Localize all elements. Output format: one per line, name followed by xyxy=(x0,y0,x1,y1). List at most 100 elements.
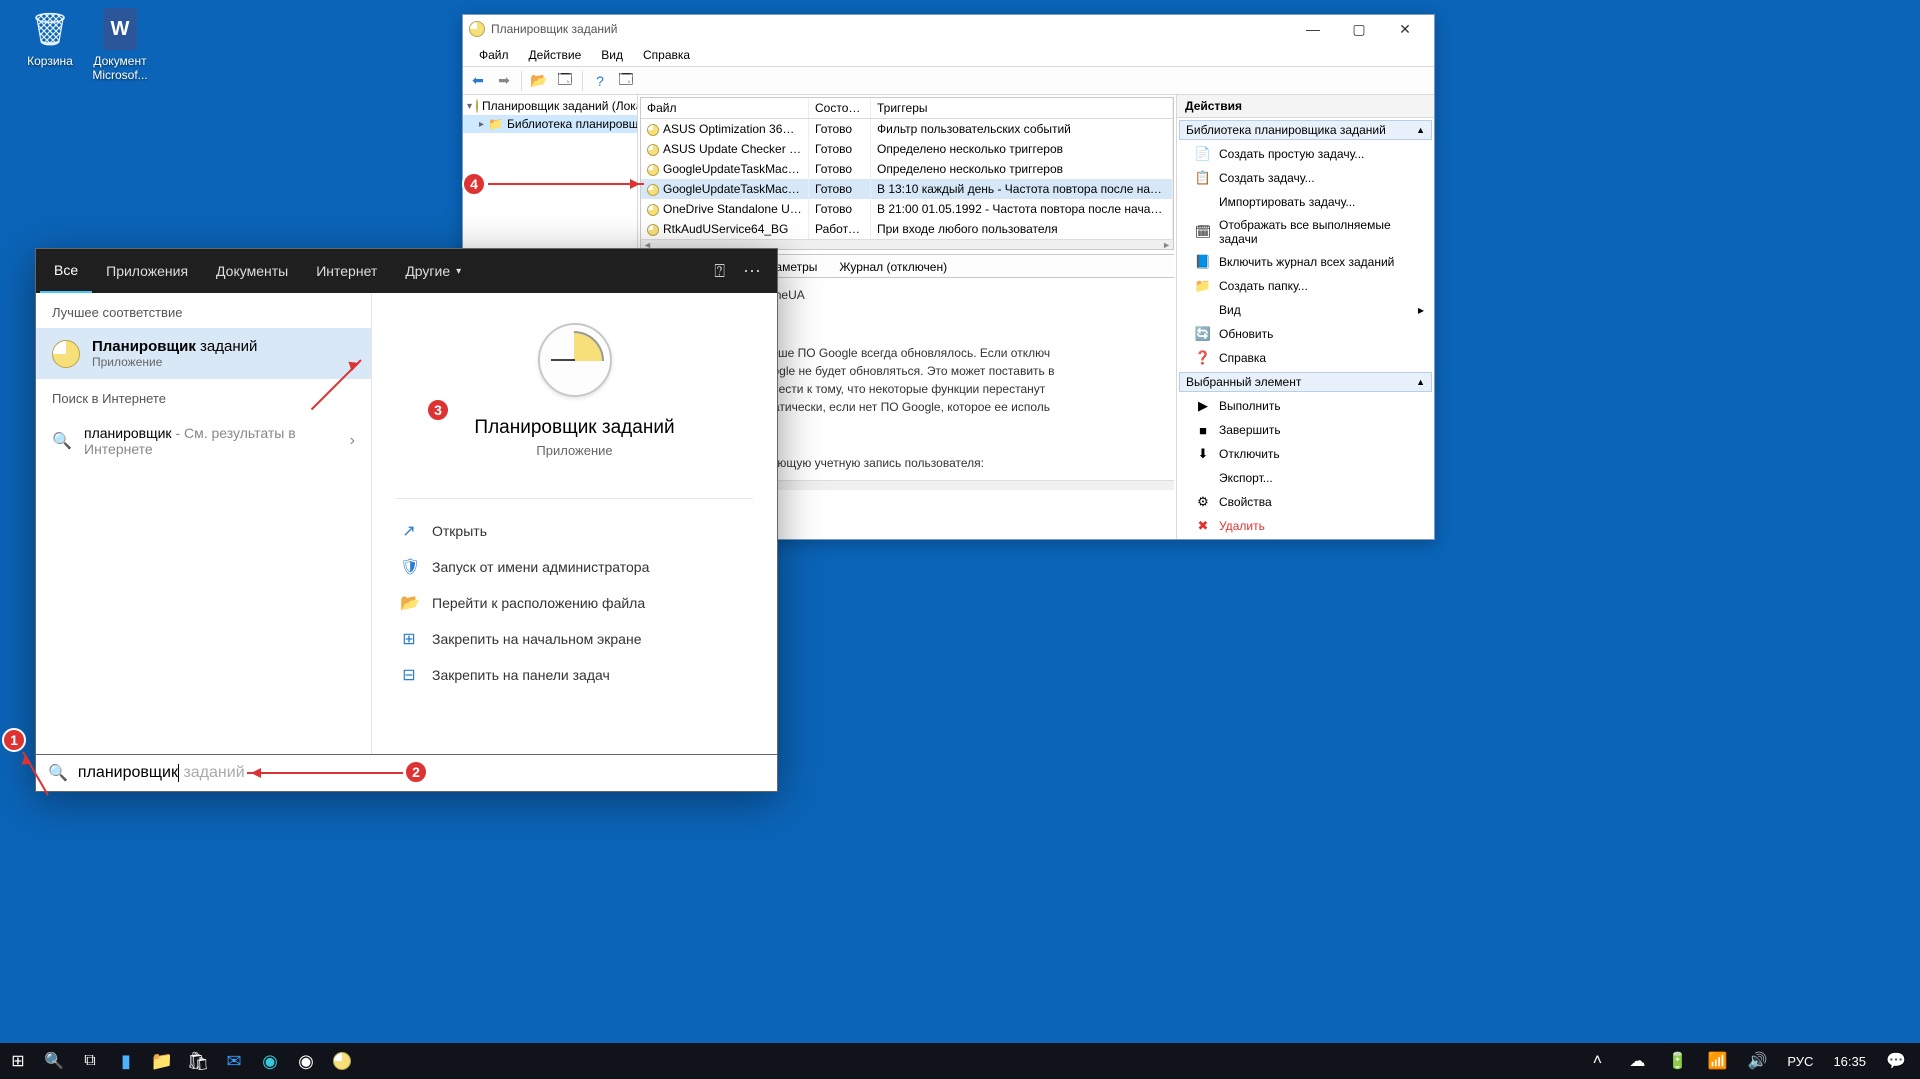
action-item[interactable]: Экспорт... xyxy=(1177,466,1434,490)
action-item[interactable]: ✖Удалить xyxy=(1177,514,1434,538)
col-state[interactable]: Состояние xyxy=(809,98,871,118)
action-item[interactable]: 📄Создать простую задачу... xyxy=(1177,142,1434,166)
action-item[interactable]: 📋Создать задачу... xyxy=(1177,166,1434,190)
task-row[interactable]: GoogleUpdateTaskMachine...ГотовоВ 13:10 … xyxy=(641,179,1173,199)
help-icon[interactable]: ? xyxy=(589,70,611,92)
col-file[interactable]: Файл xyxy=(641,98,809,118)
search-tab-docs[interactable]: Документы xyxy=(202,249,302,293)
task-row[interactable]: GoogleUpdateTaskMachine...ГотовоОпределе… xyxy=(641,159,1173,179)
action-open[interactable]: ↗Открыть xyxy=(396,513,753,549)
tray-expand-icon[interactable]: ˄ xyxy=(1579,1043,1615,1079)
preview-title: Планировщик заданий xyxy=(474,417,674,439)
desktop-icon-label: Корзина xyxy=(14,54,86,68)
task-row[interactable]: RtkAudUService64_BGРаботаетПри входе люб… xyxy=(641,219,1173,239)
task-list-header: Файл Состояние Триггеры xyxy=(641,98,1173,119)
taskbar-app-files[interactable]: 📁 xyxy=(144,1043,180,1079)
result-title: Планировщик заданий xyxy=(92,338,257,355)
feedback-icon[interactable]: ⍰ xyxy=(714,261,725,282)
minimize-button[interactable]: — xyxy=(1290,15,1336,43)
volume-icon[interactable]: 🔊 xyxy=(1739,1043,1775,1079)
word-icon: W xyxy=(103,8,137,50)
task-row[interactable]: ASUS Update Checker 2.0ГотовоОпределено … xyxy=(641,139,1173,159)
menu-view[interactable]: Вид xyxy=(591,46,633,64)
folder-icon: 📁 xyxy=(488,117,503,131)
search-icon: 🔍 xyxy=(48,763,68,783)
show-hide-tree-icon[interactable]: 📂 xyxy=(528,70,550,92)
app-icon xyxy=(469,21,485,37)
search-tab-web[interactable]: Интернет xyxy=(302,249,391,293)
search-tab-more[interactable]: Другие xyxy=(391,249,475,293)
taskbar-app-scheduler[interactable] xyxy=(324,1043,360,1079)
taskbar-app-explorer[interactable]: ▮ xyxy=(108,1043,144,1079)
tab-history[interactable]: Журнал (отключен) xyxy=(828,255,958,278)
window-title: Планировщик заданий xyxy=(491,22,617,36)
actions-section-selected[interactable]: Выбранный элемент▲ xyxy=(1179,372,1432,392)
search-web-result[interactable]: 🔍 планировщик - См. результаты в Интерне… xyxy=(36,414,371,467)
more-icon[interactable]: ⋯ xyxy=(743,261,761,282)
search-button[interactable]: 🔍 xyxy=(36,1043,72,1079)
action-pin-start[interactable]: ⊞Закрепить на начальном экране xyxy=(396,621,753,657)
menu-help[interactable]: Справка xyxy=(633,46,700,64)
taskbar-app-mail[interactable]: ✉ xyxy=(216,1043,252,1079)
folder-icon: 📂 xyxy=(400,593,418,613)
wifi-icon[interactable]: 📶 xyxy=(1699,1043,1735,1079)
task-list: Файл Состояние Триггеры ASUS Optimizatio… xyxy=(640,97,1174,250)
task-view-button[interactable]: ⧉ xyxy=(72,1043,108,1079)
action-item[interactable]: ❓Справка xyxy=(1177,346,1434,370)
refresh-icon[interactable]: 🗔 xyxy=(615,70,637,92)
search-flyout: Все Приложения Документы Интернет Другие… xyxy=(35,248,778,790)
arrow-4 xyxy=(488,183,644,185)
action-item[interactable]: ■Завершить xyxy=(1177,418,1434,442)
action-item[interactable]: 📁Создать папку... xyxy=(1177,274,1434,298)
language-indicator[interactable]: РУС xyxy=(1779,1054,1821,1069)
desktop-icon-word-doc[interactable]: W Документ Microsof... xyxy=(84,8,156,82)
col-triggers[interactable]: Триггеры xyxy=(871,98,1173,118)
titlebar[interactable]: Планировщик заданий — ▢ ✕ xyxy=(463,15,1434,43)
action-item[interactable]: Вид▸ xyxy=(1177,298,1434,322)
search-preview-panel: Планировщик заданий Приложение ↗Открыть … xyxy=(372,293,777,789)
task-row[interactable]: ASUS Optimization 36D18D...ГотовоФильтр … xyxy=(641,119,1173,139)
action-item[interactable]: Импортировать задачу... xyxy=(1177,190,1434,214)
toolbar: ⬅ ➡ 📂 🗔 ? 🗔 xyxy=(463,67,1434,95)
battery-icon[interactable]: 🔋 xyxy=(1659,1043,1695,1079)
task-row[interactable]: OneDrive Standalone Updat...ГотовоВ 21:0… xyxy=(641,199,1173,219)
actions-section-library[interactable]: Библиотека планировщика заданий▲ xyxy=(1179,120,1432,140)
properties-icon[interactable]: 🗔 xyxy=(554,70,576,92)
search-icon: 🔍 xyxy=(52,431,72,451)
action-item[interactable]: ⚙Свойства xyxy=(1177,490,1434,514)
action-item[interactable]: 📘Включить журнал всех заданий xyxy=(1177,250,1434,274)
menu-file[interactable]: Файл xyxy=(469,46,519,64)
onedrive-icon[interactable]: ☁ xyxy=(1619,1043,1655,1079)
menu-action[interactable]: Действие xyxy=(519,46,592,64)
clock[interactable]: 16:35 xyxy=(1825,1054,1874,1069)
search-tab-apps[interactable]: Приложения xyxy=(92,249,202,293)
nav-back-icon[interactable]: ⬅ xyxy=(467,70,489,92)
action-item[interactable]: ⬇Отключить xyxy=(1177,442,1434,466)
tree-root[interactable]: ▾ Планировщик заданий (Лока xyxy=(463,97,637,115)
action-open-location[interactable]: 📂Перейти к расположению файла xyxy=(396,585,753,621)
chevron-right-icon: › xyxy=(350,432,355,450)
close-button[interactable]: ✕ xyxy=(1382,15,1428,43)
search-result-task-scheduler[interactable]: Планировщик заданий Приложение xyxy=(36,328,371,379)
start-button[interactable]: ⊞ xyxy=(0,1043,36,1079)
action-run-admin[interactable]: 🛡Запуск от имени администратора xyxy=(396,549,753,585)
action-item[interactable]: 🔄Обновить xyxy=(1177,322,1434,346)
clock-icon xyxy=(476,99,478,113)
web-result-text: планировщик - См. результаты в Интернете xyxy=(84,425,338,457)
admin-icon: 🛡 xyxy=(400,557,418,577)
action-pin-taskbar[interactable]: ⊟Закрепить на панели задач xyxy=(396,657,753,693)
tree-library[interactable]: ▸ 📁 Библиотека планировщи xyxy=(463,115,637,133)
maximize-button[interactable]: ▢ xyxy=(1336,15,1382,43)
desktop-icon-recycle-bin[interactable]: 🗑 Корзина xyxy=(14,8,86,68)
arrow-2 xyxy=(247,772,403,774)
action-item[interactable]: 🗓Отображать все выполняемые задачи xyxy=(1177,214,1434,250)
result-subtitle: Приложение xyxy=(92,355,257,369)
taskbar-app-store[interactable]: 🛍 xyxy=(180,1043,216,1079)
nav-forward-icon[interactable]: ➡ xyxy=(493,70,515,92)
search-tab-all[interactable]: Все xyxy=(40,249,92,293)
action-item[interactable]: ▶Выполнить xyxy=(1177,394,1434,418)
taskbar-app-chrome[interactable]: ◉ xyxy=(288,1043,324,1079)
taskbar-app-edge[interactable]: ◉ xyxy=(252,1043,288,1079)
action-center-icon[interactable]: 💬 xyxy=(1878,1043,1914,1079)
marker-3: 3 xyxy=(426,398,450,422)
